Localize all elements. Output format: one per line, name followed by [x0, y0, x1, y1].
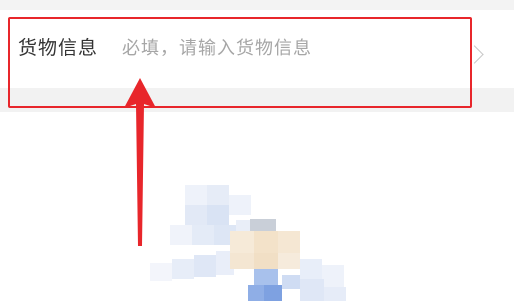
top-separator	[0, 0, 514, 10]
pixelated-illustration	[150, 185, 346, 301]
page: 货物信息	[0, 0, 514, 301]
annotation-highlight-box	[8, 17, 472, 108]
